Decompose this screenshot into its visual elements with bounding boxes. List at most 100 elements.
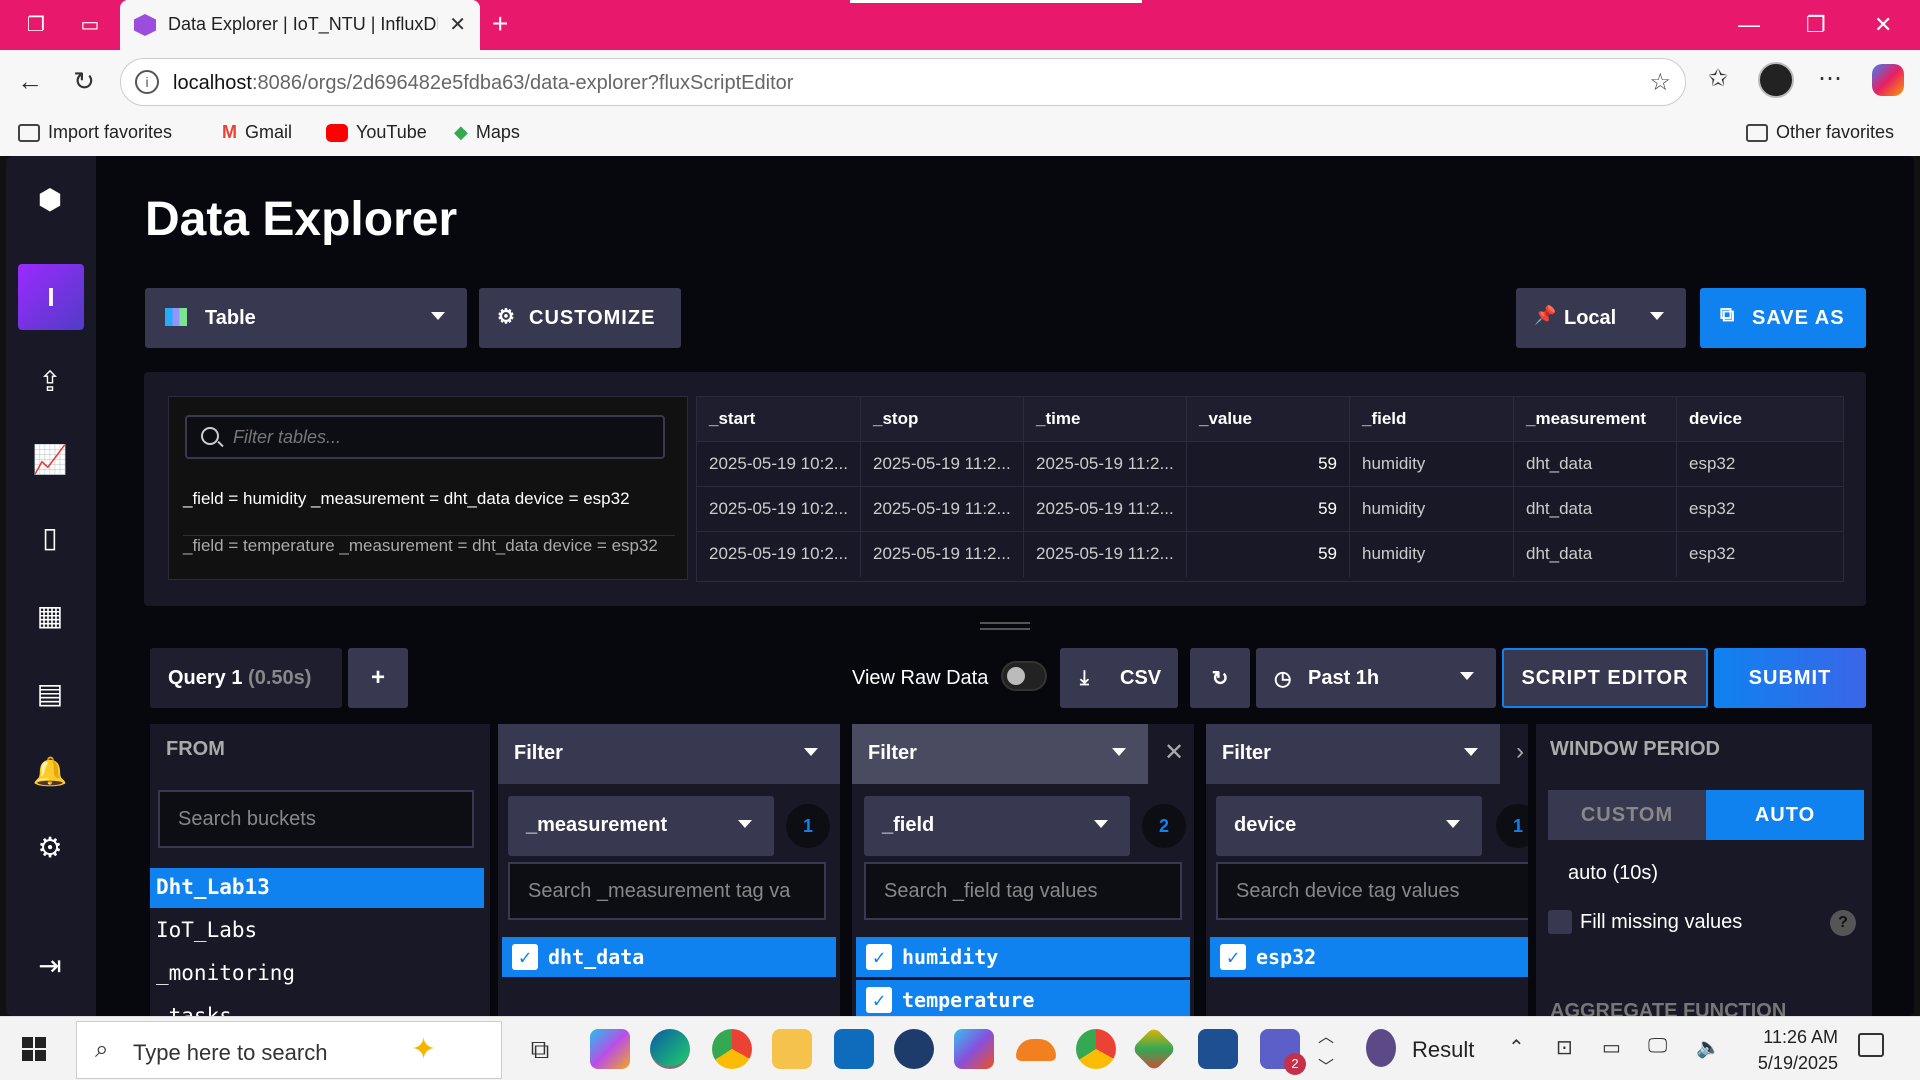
column-header[interactable]: _stop	[861, 397, 1024, 442]
teams-icon[interactable]: 2	[1260, 1029, 1306, 1075]
notebooks-icon[interactable]: ▯	[26, 514, 74, 562]
copilot-app-icon[interactable]	[590, 1029, 630, 1069]
cloudflare-icon[interactable]	[1016, 1039, 1056, 1061]
favorites-icon[interactable]: ✩	[1708, 64, 1728, 93]
search-tag-values-input[interactable]: Search _field tag values	[864, 862, 1182, 920]
new-tab-icon[interactable]: +	[492, 8, 508, 40]
url-text[interactable]: localhost:8086/orgs/2d696482e5fdba63/dat…	[173, 72, 793, 95]
resize-handle[interactable]	[980, 622, 1030, 630]
app-bird-icon[interactable]	[894, 1029, 934, 1069]
column-header[interactable]: _start	[697, 397, 861, 442]
checkbox-checked-icon[interactable]: ✓	[866, 944, 892, 970]
settings-icon[interactable]: ⚙	[26, 824, 74, 872]
raw-data-toggle[interactable]	[1001, 661, 1047, 691]
bucket-item[interactable]: _monitoring	[150, 954, 484, 994]
load-data-icon[interactable]: ⇪	[26, 358, 74, 406]
fill-missing-checkbox[interactable]	[1548, 910, 1572, 934]
tag-value-item[interactable]: ✓ esp32	[1210, 937, 1528, 977]
auto-period-button[interactable]: AUTO	[1706, 790, 1864, 840]
filter-header[interactable]: Filter	[1206, 724, 1500, 784]
tag-value-item[interactable]: ✓ dht_data	[502, 937, 836, 977]
column-header[interactable]: _time	[1024, 397, 1187, 442]
custom-period-button[interactable]: CUSTOM	[1548, 790, 1706, 840]
chevron-down-icon[interactable]: ﹀	[1318, 1053, 1334, 1077]
key-dropdown[interactable]: device	[1216, 796, 1482, 856]
meet-icon[interactable]: ⊡	[1556, 1035, 1573, 1060]
query-tab[interactable]: Query 1 (0.50s)	[150, 648, 342, 708]
timezone-dropdown[interactable]: 📌 Local	[1516, 288, 1686, 348]
chrome-icon[interactable]	[712, 1029, 752, 1069]
tab-actions-icon[interactable]: ▭	[76, 11, 104, 39]
fav-gmail[interactable]: M Gmail	[222, 122, 292, 143]
taskbar-search[interactable]: ⌕ Type here to search ✦	[76, 1021, 502, 1079]
workspaces-icon[interactable]: ❐	[22, 11, 50, 39]
search-tag-values-input[interactable]: Search _measurement tag va	[508, 862, 826, 920]
column-header[interactable]: _field	[1350, 397, 1514, 442]
fav-maps[interactable]: ◆ Maps	[454, 122, 520, 143]
customize-button[interactable]: ⚙ CUSTOMIZE	[479, 288, 681, 348]
dashboards-icon[interactable]: ▦	[26, 592, 74, 640]
edge-icon[interactable]	[650, 1029, 690, 1069]
search-buckets-input[interactable]: Search buckets	[158, 790, 474, 848]
close-window-icon[interactable]: ✕	[1874, 12, 1892, 38]
refresh-icon[interactable]: ↻	[68, 66, 100, 97]
task-view-icon[interactable]: ⧉	[520, 1029, 560, 1069]
column-header[interactable]: _value	[1187, 397, 1350, 442]
script-editor-button[interactable]: SCRIPT EDITOR	[1502, 648, 1708, 708]
add-query-button[interactable]: +	[348, 648, 408, 708]
m365-icon[interactable]	[954, 1029, 994, 1069]
filter-header[interactable]: Filter	[498, 724, 840, 784]
tasks-icon[interactable]: ▤	[26, 670, 74, 718]
bucket-item[interactable]: IoT_Labs	[150, 911, 484, 951]
favorite-star-icon[interactable]: ☆	[1649, 68, 1671, 97]
fav-youtube[interactable]: YouTube	[326, 122, 427, 143]
collapse-nav-icon[interactable]: ⇥	[26, 942, 74, 990]
table-list-item[interactable]: _field = temperature _measurement = dht_…	[183, 535, 675, 556]
copilot-icon[interactable]	[1872, 64, 1904, 96]
tag-value-item[interactable]: ✓ temperature	[856, 980, 1190, 1016]
outlook-icon[interactable]	[834, 1029, 874, 1069]
more-icon[interactable]: ⋯	[1818, 64, 1842, 93]
file-explorer-icon[interactable]	[772, 1029, 812, 1069]
network-icon[interactable]: 🖵	[1648, 1035, 1667, 1058]
csv-button[interactable]: ⤓ CSV	[1060, 648, 1178, 708]
checkbox-checked-icon[interactable]: ✓	[512, 944, 538, 970]
save-as-button[interactable]: ⧉ SAVE AS	[1700, 288, 1866, 348]
minimize-icon[interactable]: —	[1738, 12, 1760, 38]
remove-filter-icon[interactable]: ✕	[1164, 738, 1184, 767]
chevron-up-icon[interactable]: ︿	[1318, 1023, 1334, 1047]
restore-icon[interactable]: ❐	[1806, 12, 1826, 38]
influx-logo-icon[interactable]: ⬢	[26, 176, 74, 224]
git-tool-icon[interactable]	[1131, 1026, 1177, 1072]
close-tab-icon[interactable]: ✕	[449, 12, 466, 37]
data-explorer-icon[interactable]: 📈	[26, 436, 74, 484]
site-info-icon[interactable]: i	[135, 70, 159, 94]
chrome-profile-icon[interactable]	[1076, 1029, 1116, 1069]
help-icon[interactable]: ?	[1830, 910, 1856, 936]
bucket-item[interactable]: _tasks	[150, 997, 484, 1016]
profile-avatar[interactable]	[1758, 62, 1794, 98]
battery-icon[interactable]: ▭	[1602, 1035, 1621, 1060]
nav-user-icon[interactable]: I	[18, 264, 84, 330]
fav-import[interactable]: Import favorites	[18, 122, 172, 143]
result-app-icon[interactable]	[1366, 1029, 1396, 1067]
windows-start-icon[interactable]	[22, 1037, 46, 1061]
back-icon[interactable]: ←	[14, 66, 46, 97]
checkbox-checked-icon[interactable]: ✓	[866, 987, 892, 1013]
clock-date[interactable]: 5/19/2025	[1748, 1053, 1838, 1074]
tag-value-item[interactable]: ✓ humidity	[856, 937, 1190, 977]
powershell-icon[interactable]	[1198, 1029, 1238, 1069]
table-list-item[interactable]: _field = humidity _measurement = dht_dat…	[183, 489, 630, 509]
column-header[interactable]: device	[1677, 397, 1843, 442]
tray-chevron-icon[interactable]: ⌃	[1508, 1035, 1525, 1060]
checkbox-checked-icon[interactable]: ✓	[1220, 944, 1246, 970]
column-header[interactable]: _measurement	[1514, 397, 1677, 442]
alerts-icon[interactable]: 🔔	[26, 748, 74, 796]
fav-other[interactable]: Other favorites	[1746, 122, 1894, 143]
key-dropdown[interactable]: _field	[864, 796, 1130, 856]
url-bar[interactable]: i localhost:8086/orgs/2d696482e5fdba63/d…	[120, 58, 1686, 106]
refresh-query-button[interactable]: ↻	[1190, 648, 1250, 708]
search-tag-values-input[interactable]: Search device tag values	[1216, 862, 1528, 920]
submit-button[interactable]: SUBMIT	[1714, 648, 1866, 708]
bucket-item-selected[interactable]: Dht_Lab13	[150, 868, 484, 908]
